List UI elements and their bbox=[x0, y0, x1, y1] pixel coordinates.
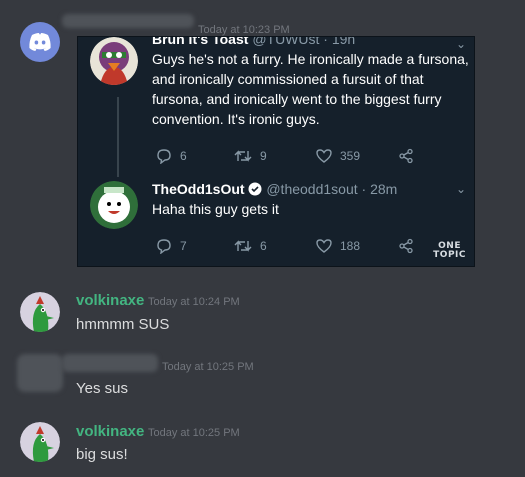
share-icon bbox=[399, 238, 413, 254]
tweet-author[interactable]: Brun It's Toast @TUWUst · 19h bbox=[152, 36, 356, 47]
redacted-avatar bbox=[17, 354, 63, 392]
heart-icon bbox=[316, 149, 332, 163]
tweet-handle-2: @theodd1sout · 28m bbox=[266, 181, 398, 197]
tweet-avatar bbox=[90, 37, 138, 85]
user-avatar[interactable] bbox=[20, 292, 60, 332]
retweet-icon bbox=[234, 150, 252, 162]
user-avatar[interactable] bbox=[20, 422, 60, 462]
retweet-action-2[interactable]: 6 bbox=[234, 238, 267, 254]
share-action-2[interactable] bbox=[398, 238, 414, 254]
tweet-avatar-theodd1sout bbox=[90, 181, 138, 229]
verified-badge-icon bbox=[248, 182, 262, 196]
reply-icon bbox=[157, 149, 171, 164]
message-timestamp: Today at 10:23 PM bbox=[198, 24, 290, 36]
like-action[interactable]: 359 bbox=[316, 148, 360, 164]
message-text: big sus! bbox=[76, 446, 128, 463]
username[interactable]: volkinaxe bbox=[76, 423, 144, 440]
dragon-avatar-icon bbox=[20, 422, 60, 462]
message-3: Today at 10:25 PM Yes sus bbox=[0, 345, 525, 405]
thread-line bbox=[117, 97, 119, 177]
discord-logo-icon bbox=[29, 33, 51, 51]
retweet-icon bbox=[234, 240, 252, 252]
tweet-handle: @TUWUst · 19h bbox=[252, 36, 356, 47]
message-text: Yes sus bbox=[76, 380, 128, 397]
redacted-username bbox=[62, 354, 158, 372]
reply-action-2[interactable]: 7 bbox=[156, 238, 187, 254]
redacted-username bbox=[62, 14, 194, 28]
like-action-2[interactable]: 188 bbox=[316, 238, 360, 254]
one-topic-watermark: ONE TOPIC bbox=[433, 241, 466, 260]
message-timestamp: Today at 10:24 PM bbox=[148, 296, 240, 308]
tweet-screenshot[interactable]: Brun It's Toast @TUWUst · 19h ⌄ Guys he'… bbox=[77, 36, 475, 267]
share-icon bbox=[399, 148, 413, 164]
message-timestamp: Today at 10:25 PM bbox=[148, 427, 240, 439]
discord-avatar[interactable] bbox=[20, 22, 60, 62]
tweet-text-2: Haha this guy gets it bbox=[152, 201, 279, 217]
reply-action[interactable]: 6 bbox=[156, 148, 187, 164]
chevron-down-icon-2[interactable]: ⌄ bbox=[456, 182, 466, 196]
dragon-avatar-icon bbox=[20, 292, 60, 332]
message-text: hmmmm SUS bbox=[76, 316, 170, 333]
username[interactable]: volkinaxe bbox=[76, 292, 144, 309]
share-action[interactable] bbox=[398, 148, 414, 164]
message-2: volkinaxe Today at 10:24 PM hmmmm SUS bbox=[0, 280, 525, 340]
retweet-action[interactable]: 9 bbox=[234, 148, 267, 164]
message-1: Today at 10:23 PM Brun It's Toast @TUWUs… bbox=[0, 0, 525, 270]
reply-icon bbox=[157, 239, 171, 254]
message-4: volkinaxe Today at 10:25 PM big sus! bbox=[0, 410, 525, 477]
heart-icon bbox=[316, 239, 332, 253]
tweet-text: Guys he's not a furry. He ironically mad… bbox=[152, 51, 469, 127]
tweet-author-2[interactable]: TheOdd1sOut @theodd1sout · 28m bbox=[152, 181, 397, 197]
message-timestamp: Today at 10:25 PM bbox=[162, 361, 254, 373]
